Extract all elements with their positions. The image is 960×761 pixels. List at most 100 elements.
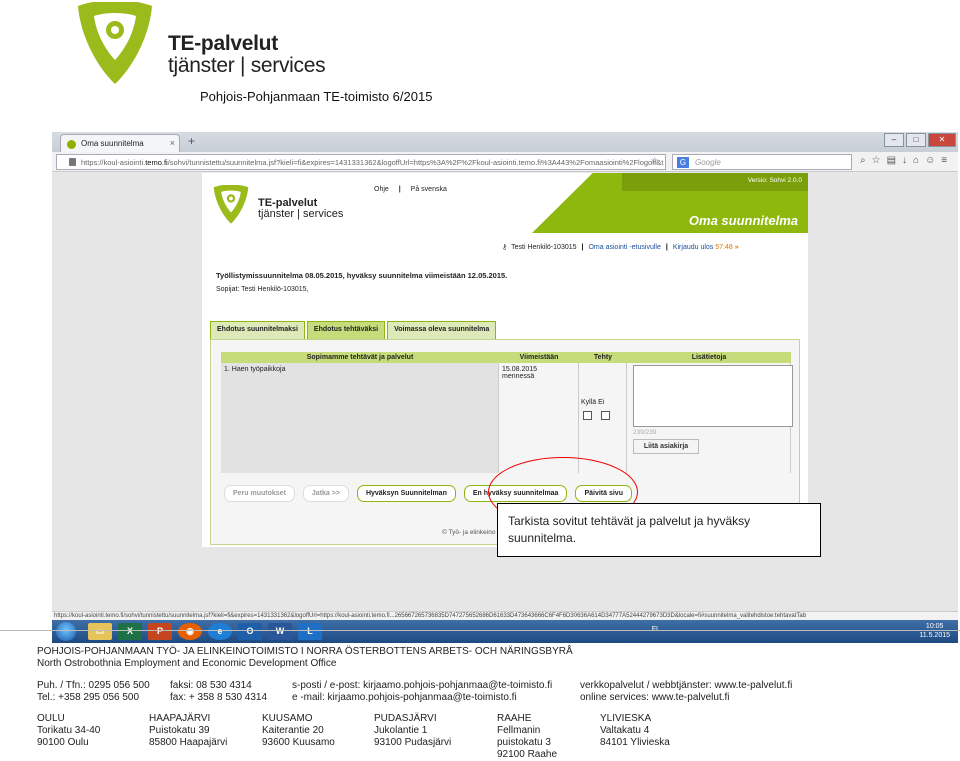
new-tab-icon[interactable]: + <box>188 134 195 148</box>
fax-fi: faksi: 08 530 4314 <box>170 680 252 691</box>
browser-toolbar: ⌕ ☆ ▤ ↓ ⌂ ☺ ≡ <box>860 155 947 166</box>
browser-nav-bar: https://koul-asiointi.temo.fi/sohvi/tunn… <box>52 152 958 172</box>
office-street: Valtakatu 4 <box>600 725 650 736</box>
word-icon[interactable]: W <box>268 623 292 640</box>
close-window-icon[interactable]: ✕ <box>928 133 956 147</box>
instruction-callout: Tarkista sovitut tehtävät ja palvelut ja… <box>497 503 821 557</box>
fax-en: fax: + 358 8 530 4314 <box>170 692 268 703</box>
col-header-info: Lisätietoja <box>691 354 727 361</box>
no-label: Ei <box>598 399 605 406</box>
table-row: 1. Haen työpaikkoja 15.08.2015 mennessä … <box>221 363 793 473</box>
menu-icon[interactable]: ≡ <box>941 155 947 166</box>
table-header: Sopimamme tehtävät ja palvelut Viimeistä… <box>221 352 791 363</box>
plan-tabs: Ehdotus suunnitelmaksi Ehdotus tehtäväks… <box>210 321 497 339</box>
office-street: Jukolantie 1 <box>374 725 428 736</box>
phone-fi: Puh. / Tfn.: 0295 056 500 <box>37 680 150 691</box>
bookmarks-icon[interactable]: ☆ <box>872 155 881 166</box>
app-brand: TE-palvelut tjänster | services <box>258 197 343 220</box>
office-street: Fellmanin <box>497 725 541 736</box>
excel-icon[interactable]: X <box>118 623 142 640</box>
home-link[interactable]: Oma asiointi -etusivulle <box>588 244 660 251</box>
favicon-icon <box>67 140 76 149</box>
search-input[interactable]: G Google <box>672 154 852 170</box>
maximize-icon[interactable]: □ <box>906 133 926 147</box>
office-postal: puistokatu 3 <box>497 737 551 748</box>
task-table: Sopimamme tehtävät ja palvelut Viimeistä… <box>221 352 793 473</box>
org-name-english: North Ostrobothnia Employment and Econom… <box>37 658 337 669</box>
cancel-changes-button[interactable]: Peru muutokset <box>224 485 295 502</box>
attach-document-button[interactable]: Liitä asiakirja <box>633 439 699 454</box>
help-link[interactable]: Ohje <box>374 186 389 193</box>
no-checkbox[interactable] <box>601 411 610 420</box>
plan-title: Työllistymissuunnitelma 08.05.2015, hyvä… <box>216 271 508 280</box>
start-button-icon[interactable] <box>56 622 76 641</box>
done-cell: Kyllä Ei <box>579 363 627 473</box>
system-clock[interactable]: 10:05 11.5.2015 <box>919 622 950 640</box>
lock-icon <box>69 158 76 166</box>
search-engine-icon[interactable]: G <box>677 157 689 168</box>
window-controls: – □ ✕ <box>884 133 956 147</box>
office-pudasjarvi: PUDASJÄRVI Jukolantie 1 93100 Pudasjärvi <box>374 713 451 749</box>
chevron-right-icon: » <box>734 244 739 251</box>
continue-button[interactable]: Jatka >> <box>302 485 349 502</box>
office-oulu: OULU Torikatu 34-40 90100 Oulu <box>37 713 100 749</box>
office-postal: 85800 Haapajärvi <box>149 737 228 748</box>
browser-tab[interactable]: Oma suunnitelma × <box>60 134 180 152</box>
office-city: PUDASJÄRVI <box>374 713 437 724</box>
web-en: online services: www.te-palvelut.fi <box>580 692 730 703</box>
minimize-icon[interactable]: – <box>884 133 904 147</box>
bookmark-star-icon[interactable]: ☆ <box>650 156 659 167</box>
address-bar[interactable]: https://koul-asiointi.temo.fi/sohvi/tunn… <box>56 154 666 170</box>
firefox-icon[interactable]: ◉ <box>178 623 202 640</box>
app-title: Oma suunnitelma <box>688 213 798 228</box>
brand-wordmark: TE-palvelut tjänster | services <box>168 32 326 78</box>
col-header-tasks: Sopimamme tehtävät ja palvelut <box>306 354 414 361</box>
office-postal: 90100 Oulu <box>37 737 89 748</box>
logout-link[interactable]: Kirjaudu ulos <box>673 244 713 251</box>
yes-checkbox[interactable] <box>583 411 592 420</box>
office-raahe: RAAHE Fellmanin puistokatu 3 92100 Raahe <box>497 713 557 761</box>
org-name-line: POHJOIS-POHJANMAAN TYÖ- JA ELINKEINOTOIM… <box>37 646 573 657</box>
user-bar: ⚷ Testi Henkilö-103015 | Oma asiointi -etus… <box>502 244 739 251</box>
emoji-icon[interactable]: ☺ <box>925 155 935 166</box>
tab-proposal-plan[interactable]: Ehdotus suunnitelmaksi <box>210 321 305 339</box>
lync-icon[interactable]: L <box>298 623 322 640</box>
powerpoint-icon[interactable]: P <box>148 623 172 640</box>
deadline-note: mennessä <box>502 373 535 380</box>
info-textarea[interactable] <box>633 365 793 427</box>
ie-icon[interactable]: e <box>208 623 232 640</box>
office-ylivieska: YLIVIESKA Valtakatu 4 84101 Ylivieska <box>600 713 670 749</box>
tab-valid-plan[interactable]: Voimassa oleva suunnitelma <box>387 321 497 339</box>
browser-tab-title: Oma suunnitelma <box>81 139 144 148</box>
tab-proposal-task[interactable]: Ehdotus tehtäväksi <box>306 321 386 339</box>
col-header-deadline: Viimeistään <box>519 354 559 361</box>
email-en: e -mail: kirjaamo.pohjois-pohjanmaa@te-t… <box>292 692 517 703</box>
explorer-icon[interactable]: ▭ <box>88 623 112 640</box>
footer-divider <box>0 630 960 631</box>
web-fi: verkkopalvelut / webbtjänster: www.te-pa… <box>580 680 793 691</box>
task-cell: 1. Haen työpaikkoja <box>221 363 499 473</box>
col-header-done: Tehty <box>593 354 613 361</box>
home-icon[interactable]: ⌂ <box>913 155 919 166</box>
app-header: Versio: Sohvi 2.0.0 Oma suunnitelma TE-p… <box>202 173 808 233</box>
windows-taskbar: ▭ X P ◉ e O W L FI 10:05 11.5.2015 <box>52 620 958 643</box>
library-icon[interactable]: ▤ <box>887 155 896 166</box>
app-brand-line2: tjänster | services <box>258 208 344 220</box>
yes-no-labels: Kyllä Ei <box>581 399 604 406</box>
brand-line2: tjänster | services <box>168 54 326 77</box>
brand-line1: TE-palvelut <box>168 32 278 55</box>
download-icon[interactable]: ↓ <box>902 155 907 166</box>
office-city: YLIVIESKA <box>600 713 652 724</box>
copyright-text: © Työ- ja elinkeino <box>442 529 496 536</box>
office-city: KUUSAMO <box>262 713 313 724</box>
outlook-icon[interactable]: O <box>238 623 262 640</box>
office-city: HAAPAJÄRVI <box>149 713 211 724</box>
close-tab-icon[interactable]: × <box>170 138 175 148</box>
approve-plan-button[interactable]: Hyväksyn Suunnitelman <box>356 485 456 502</box>
yes-label: Kyllä <box>581 399 597 406</box>
user-name: Testi Henkilö-103015 <box>511 244 577 251</box>
office-street: Kaiterantie 20 <box>262 725 324 736</box>
url-rest: /sohvi/tunnistettu/suunnitelma.jsf?kieli… <box>167 158 664 167</box>
swedish-link[interactable]: På svenska <box>411 186 447 193</box>
search-icon[interactable]: ⌕ <box>860 155 866 166</box>
